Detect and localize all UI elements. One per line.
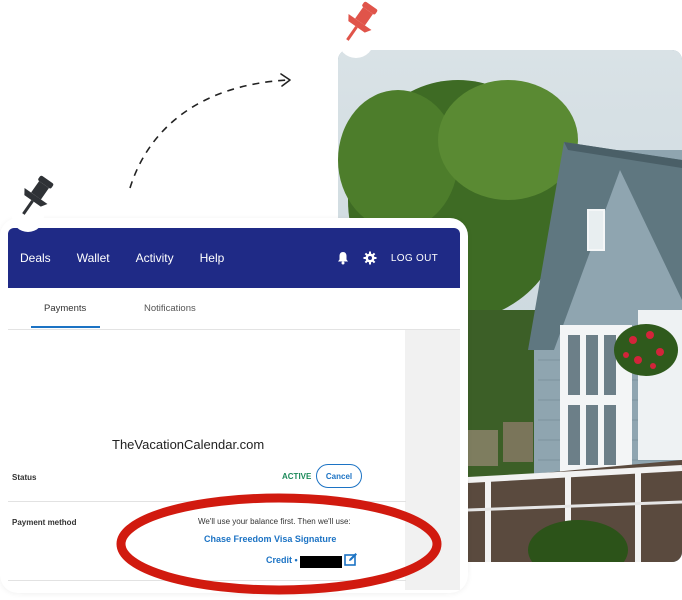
highlight-ellipse — [116, 493, 442, 595]
watermark-text: TheVacationCalendar.com — [112, 437, 265, 452]
status-label: Status — [12, 473, 37, 482]
tab-payments[interactable]: Payments — [44, 303, 86, 314]
bell-icon[interactable] — [337, 251, 349, 265]
red-pushpin-icon — [338, 1, 378, 58]
top-navbar: Deals Wallet Activity Help LOG OUT — [8, 228, 460, 288]
nav-wallet[interactable]: Wallet — [77, 251, 110, 265]
tab-notifications[interactable]: Notifications — [144, 303, 196, 314]
nav-right-group: LOG OUT — [337, 228, 438, 288]
tab-bar: Payments Notifications — [8, 288, 460, 330]
status-badge: ACTIVE — [282, 472, 312, 481]
dashed-arrow — [129, 73, 291, 189]
cancel-button[interactable]: Cancel — [316, 464, 362, 488]
nav-deals[interactable]: Deals — [20, 251, 51, 265]
payment-method-label: Payment method — [12, 518, 77, 527]
logout-link[interactable]: LOG OUT — [391, 253, 438, 264]
nav-activity[interactable]: Activity — [136, 251, 174, 265]
nav-help[interactable]: Help — [200, 251, 225, 265]
gear-icon[interactable] — [363, 251, 377, 265]
black-pushpin-icon — [12, 175, 54, 232]
tab-active-indicator — [31, 326, 100, 328]
